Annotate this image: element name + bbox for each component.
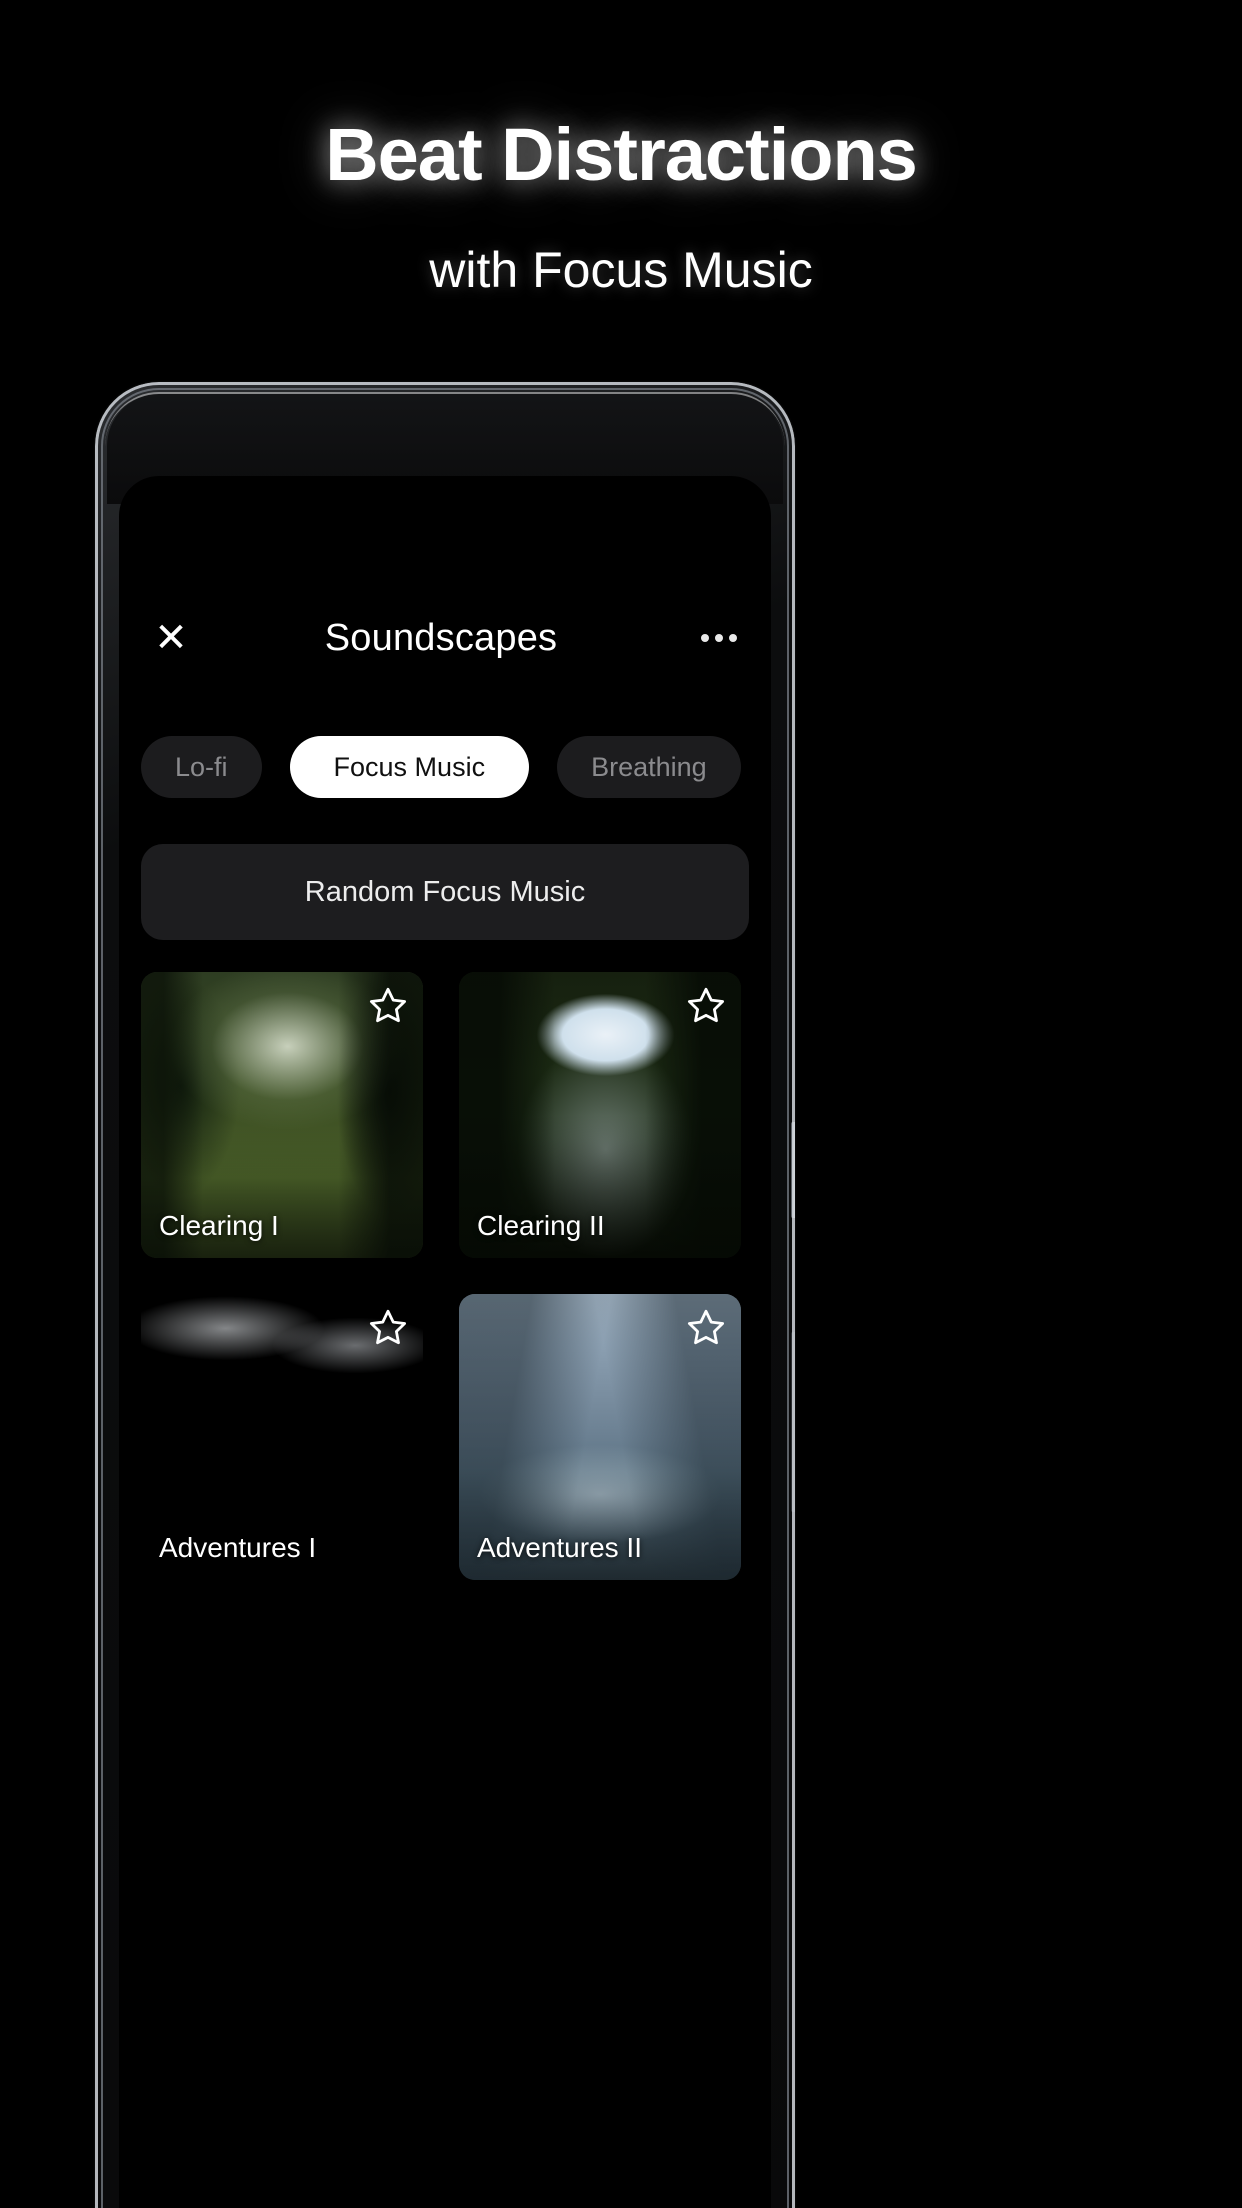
tab-label: Breathing	[591, 751, 707, 782]
soundscape-grid: Clearing I Clearing II Adventures I Adve…	[141, 972, 761, 1580]
star-icon[interactable]	[685, 984, 727, 1026]
page-title: Soundscapes	[324, 616, 558, 659]
promo-subtitle: with Focus Music	[429, 242, 813, 298]
soundscape-card[interactable]: Clearing I	[141, 972, 423, 1258]
power-button[interactable]	[791, 1122, 795, 1218]
more-options-icon[interactable]	[695, 614, 743, 662]
volume-button[interactable]	[791, 1332, 795, 1512]
tab-breathing[interactable]: Breathing	[557, 736, 741, 798]
random-focus-music-button[interactable]: Random Focus Music	[141, 844, 749, 940]
tab-label: Lo-fi	[175, 751, 228, 782]
phone-mockup: ✕ Soundscapes Lo-fi Focus Music Breathin…	[95, 382, 795, 2208]
star-icon[interactable]	[685, 1306, 727, 1348]
card-title: Adventures I	[159, 1532, 317, 1563]
random-button-label: Random Focus Music	[304, 875, 586, 908]
phone-screen: ✕ Soundscapes Lo-fi Focus Music Breathin…	[119, 476, 771, 2208]
soundscape-card[interactable]: Adventures I	[141, 1294, 423, 1580]
promo-header: Beat Distractions with Focus Music	[0, 0, 1242, 299]
star-icon[interactable]	[367, 984, 409, 1026]
card-title: Adventures II	[477, 1532, 642, 1563]
star-icon[interactable]	[367, 1306, 409, 1348]
card-title: Clearing II	[477, 1210, 605, 1241]
card-title: Clearing I	[159, 1210, 279, 1241]
tab-label: Focus Music	[333, 751, 486, 782]
category-tabs: Lo-fi Focus Music Breathing	[119, 736, 771, 798]
app-header: ✕ Soundscapes	[119, 598, 771, 678]
soundscape-card[interactable]: Clearing II	[459, 972, 741, 1258]
tab-lofi[interactable]: Lo-fi	[141, 736, 262, 798]
soundscape-card[interactable]: Adventures II	[459, 1294, 741, 1580]
tab-focus-music[interactable]: Focus Music	[289, 736, 530, 798]
promo-title: Beat Distractions	[325, 113, 918, 196]
